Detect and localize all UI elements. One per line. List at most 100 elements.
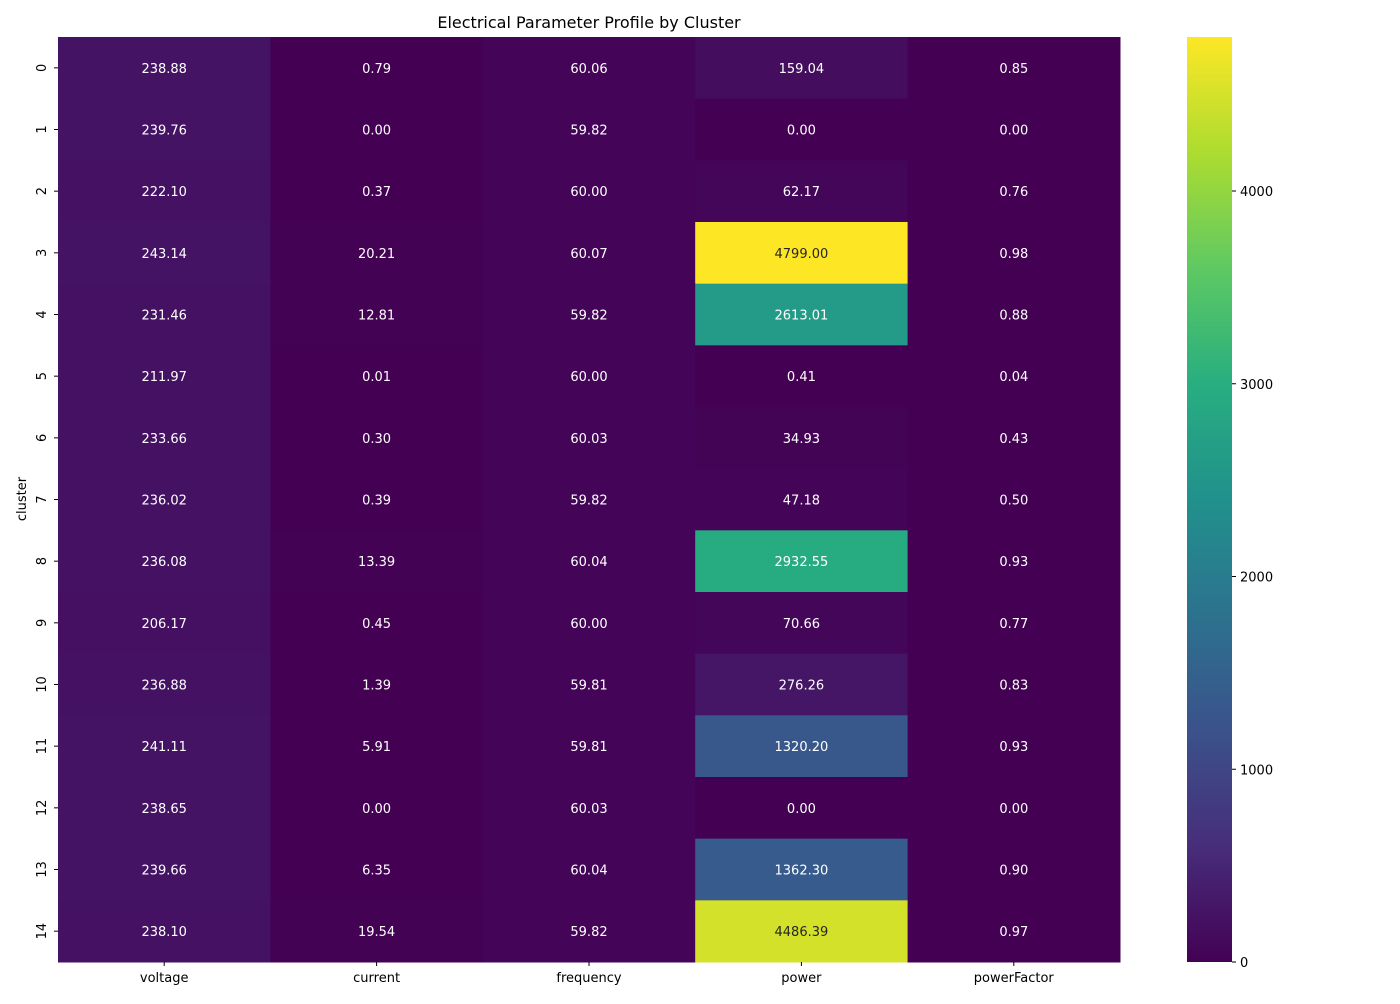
cell-value-label: 0.98 xyxy=(999,247,1028,262)
cell-value-label: 4799.00 xyxy=(775,247,829,262)
cell-value-label: 0.39 xyxy=(362,494,391,509)
cell-value-label: 60.04 xyxy=(570,864,607,879)
cell-value-label: 233.66 xyxy=(141,432,187,447)
heatmap-chart: Electrical Parameter Profile by Cluster … xyxy=(0,0,1400,1000)
cell-value-label: 0.77 xyxy=(999,617,1028,632)
cell-value-label: 5.91 xyxy=(362,740,391,755)
cell-value-label: 239.66 xyxy=(141,864,187,879)
cell-value-label: 13.39 xyxy=(358,555,395,570)
cell-value-label: 0.43 xyxy=(999,432,1028,447)
colorbar-ticks: 0 1000 2000 3000 4000 xyxy=(1232,185,1273,971)
cell-value-label: 0.50 xyxy=(999,494,1028,509)
cell-value-label: 0.45 xyxy=(362,617,391,632)
cell-value-label: 241.11 xyxy=(141,740,187,755)
cell-value-label: 60.06 xyxy=(570,62,607,77)
cell-value-label: 0.37 xyxy=(362,185,391,200)
cell-value-label: 59.82 xyxy=(570,494,607,509)
colorbar-tick-label: 1000 xyxy=(1240,763,1273,778)
cell-value-label: 59.81 xyxy=(570,679,607,694)
cell-value-label: 0.90 xyxy=(999,864,1028,879)
cell-value-label: 239.76 xyxy=(141,124,187,139)
cell-value-label: 2613.01 xyxy=(775,309,829,324)
cell-value-label: 4486.39 xyxy=(775,925,829,940)
cell-value-label: 238.10 xyxy=(141,925,187,940)
x-tick-label: powerFactor xyxy=(974,971,1055,986)
colorbar-tick-label: 3000 xyxy=(1240,378,1273,393)
cell-value-label: 59.82 xyxy=(570,309,607,324)
colorbar: 0 1000 2000 3000 4000 xyxy=(1187,37,1273,971)
cell-value-label: 236.88 xyxy=(141,679,187,694)
y-tick-label: 3 xyxy=(35,249,50,257)
cell-value-label: 222.10 xyxy=(141,185,187,200)
cell-value-label: 60.00 xyxy=(570,185,607,200)
y-tick-label: 10 xyxy=(35,676,50,693)
x-tick-label: frequency xyxy=(556,971,622,986)
cell-value-label: 0.97 xyxy=(999,925,1028,940)
cell-value-label: 0.93 xyxy=(999,740,1028,755)
y-tick-label: 5 xyxy=(35,372,50,380)
cell-value-label: 1.39 xyxy=(362,679,391,694)
colorbar-tick-label: 0 xyxy=(1240,956,1248,971)
cell-value-label: 0.00 xyxy=(362,124,391,139)
cell-value-label: 231.46 xyxy=(141,309,187,324)
y-tick-label: 14 xyxy=(35,923,50,940)
cell-value-label: 34.93 xyxy=(783,432,820,447)
cell-value-label: 0.85 xyxy=(999,62,1028,77)
cell-value-label: 2932.55 xyxy=(775,555,829,570)
heatmap-svg: Electrical Parameter Profile by Cluster … xyxy=(15,13,1273,986)
colorbar-tick-label: 4000 xyxy=(1240,185,1273,200)
cell-value-label: 211.97 xyxy=(141,370,187,385)
y-tick-label: 0 xyxy=(35,64,50,72)
y-tick-label: 6 xyxy=(35,434,50,442)
colorbar-tick-label: 2000 xyxy=(1240,571,1273,586)
cell-value-label: 243.14 xyxy=(141,247,187,262)
cell-value-label: 0.00 xyxy=(787,124,816,139)
cell-value-label: 1320.20 xyxy=(775,740,829,755)
cell-value-label: 60.03 xyxy=(570,802,607,817)
colorbar-gradient xyxy=(1187,37,1232,962)
cell-value-label: 236.02 xyxy=(141,494,187,509)
y-tick-label: 9 xyxy=(35,619,50,627)
cell-value-label: 6.35 xyxy=(362,864,391,879)
cell-value-label: 0.00 xyxy=(362,802,391,817)
cell-value-label: 238.65 xyxy=(141,802,187,817)
cell-value-label: 12.81 xyxy=(358,309,395,324)
cell-value-label: 206.17 xyxy=(141,617,187,632)
x-tick-label: current xyxy=(353,971,400,986)
cell-value-label: 19.54 xyxy=(358,925,395,940)
cell-value-label: 159.04 xyxy=(779,62,825,77)
y-tick-label: 13 xyxy=(35,861,50,878)
cell-value-label: 60.00 xyxy=(570,617,607,632)
cell-value-label: 0.41 xyxy=(787,370,816,385)
cell-value-label: 0.00 xyxy=(999,802,1028,817)
cell-value-label: 0.88 xyxy=(999,309,1028,324)
cell-value-label: 70.66 xyxy=(783,617,820,632)
y-tick-label: 11 xyxy=(35,738,50,755)
cell-value-label: 0.04 xyxy=(999,370,1028,385)
cell-value-label: 0.00 xyxy=(999,124,1028,139)
cell-value-label: 60.03 xyxy=(570,432,607,447)
cell-value-label: 47.18 xyxy=(783,494,820,509)
cell-value-label: 59.82 xyxy=(570,124,607,139)
y-tick-label: 4 xyxy=(35,310,50,318)
y-tick-label: 8 xyxy=(35,557,50,565)
cell-value-label: 236.08 xyxy=(141,555,187,570)
x-tick-label: voltage xyxy=(140,971,189,986)
y-tick-label: 12 xyxy=(35,800,50,817)
chart-title: Electrical Parameter Profile by Cluster xyxy=(437,13,741,32)
cell-value-label: 60.07 xyxy=(570,247,607,262)
x-tick-label: power xyxy=(781,971,822,986)
cell-value-label: 60.00 xyxy=(570,370,607,385)
cell-value-label: 20.21 xyxy=(358,247,395,262)
cell-value-label: 62.17 xyxy=(783,185,820,200)
cell-value-label: 0.30 xyxy=(362,432,391,447)
cell-value-label: 59.81 xyxy=(570,740,607,755)
cell-value-label: 0.79 xyxy=(362,62,391,77)
cell-value-label: 0.00 xyxy=(787,802,816,817)
y-axis-label: cluster xyxy=(15,476,30,521)
y-tick-label: 1 xyxy=(35,125,50,133)
x-axis-ticks: voltage current frequency power powerFactor xyxy=(140,962,1055,986)
cell-value-label: 59.82 xyxy=(570,925,607,940)
cell-value-label: 0.76 xyxy=(999,185,1028,200)
y-axis-ticks: 01234567891011121314 xyxy=(35,64,58,940)
